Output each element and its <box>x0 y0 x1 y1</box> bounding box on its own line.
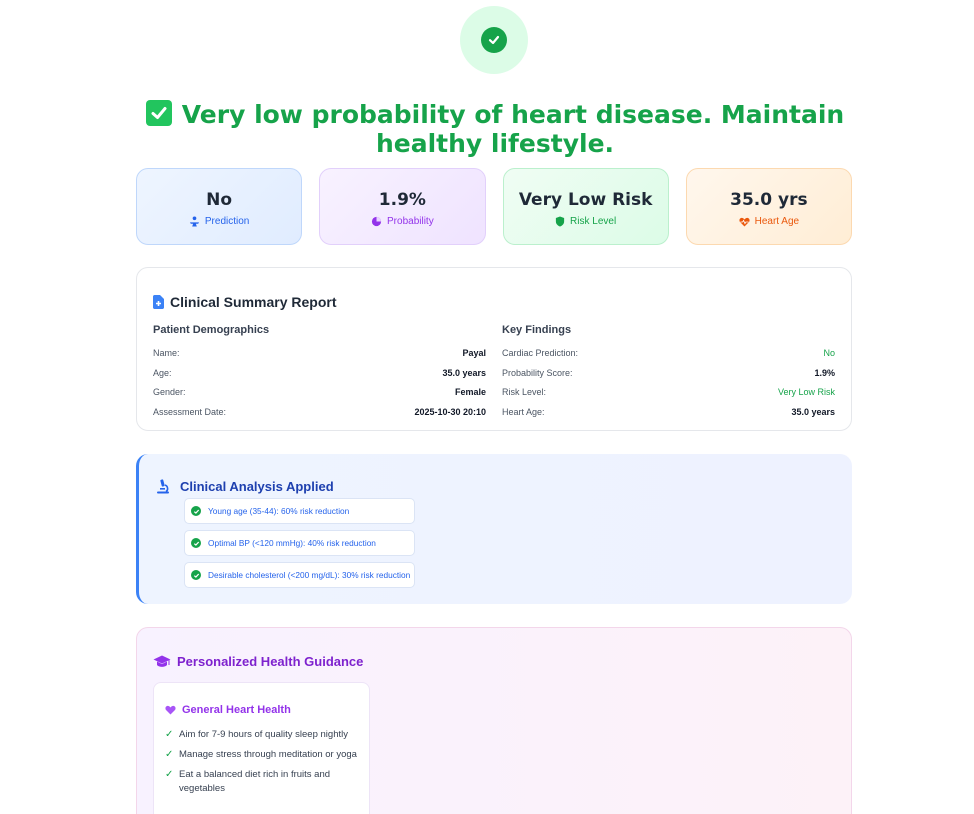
check-icon: ✓ <box>165 749 174 760</box>
demographics-row: Age: 35.0 years <box>153 367 486 378</box>
clinical-summary-card: Clinical Summary Report Patient Demograp… <box>136 267 852 431</box>
person-icon <box>189 216 199 227</box>
analysis-item: Optimal BP (<120 mmHg): 40% risk reducti… <box>184 530 415 556</box>
findings-row: Probability Score: 1.9% <box>502 367 835 378</box>
stat-card-prediction: No Prediction <box>136 168 303 245</box>
pie-chart-icon <box>371 216 382 227</box>
check-circle-icon <box>191 538 201 548</box>
findings-heading: Key Findings <box>502 324 572 336</box>
stat-cards: No Prediction 1.9% Probability Very Low … <box>136 168 852 245</box>
stat-label: Heart Age <box>754 216 800 227</box>
graduation-cap-icon <box>153 655 171 667</box>
findings-row: Risk Level: Very Low Risk <box>502 387 835 398</box>
guidance-card-title: General Heart Health <box>182 704 291 716</box>
demographics-row: Assessment Date: 2025-10-30 20:10 <box>153 406 486 417</box>
health-guidance-card: Personalized Health Guidance General Hea… <box>136 627 852 814</box>
check-circle-icon <box>191 570 201 580</box>
list-item: ✓ Eat a balanced diet rich in fruits and … <box>165 769 331 794</box>
stat-card-heart-age: 35.0 yrs Heart Age <box>685 168 852 245</box>
clinical-analysis-card: Clinical Analysis Applied Young age (35-… <box>136 454 852 604</box>
heartbeat-icon <box>739 217 750 227</box>
stat-card-risk-level: Very Low Risk Risk Level <box>502 168 669 245</box>
stat-value: 1.9% <box>378 190 426 210</box>
summary-title: Clinical Summary Report <box>170 294 337 310</box>
result-headline: Very low probability of heart disease. M… <box>140 100 850 158</box>
check-circle-icon <box>191 506 201 516</box>
list-item: ✓ Aim for 7-9 hours of quality sleep nigh… <box>165 729 348 740</box>
list-item: ✓ Manage stress through meditation or yog… <box>165 749 357 760</box>
stat-value: Very Low Risk <box>518 190 653 210</box>
key-findings: Key Findings Cardiac Prediction: No Proba… <box>502 324 835 426</box>
check-icon: ✓ <box>165 729 174 740</box>
check-circle-icon <box>481 27 507 53</box>
check-icon: ✓ <box>165 769 174 780</box>
stat-label: Probability <box>387 216 434 227</box>
stat-card-probability: 1.9% Probability <box>319 168 486 245</box>
analysis-title: Clinical Analysis Applied <box>180 479 334 494</box>
medical-file-icon <box>153 295 164 309</box>
shield-icon <box>555 216 565 227</box>
analysis-item: Young age (35-44): 60% risk reduction <box>184 498 415 524</box>
guidance-list: ✓ Aim for 7-9 hours of quality sleep nigh… <box>165 728 365 802</box>
microscope-icon <box>157 479 169 494</box>
findings-row: Cardiac Prediction: No <box>502 348 835 358</box>
general-heart-health-card: General Heart Health ✓ Aim for 7-9 hours … <box>153 682 370 814</box>
demographics-row: Name: Payal <box>153 348 486 358</box>
stat-value: No <box>206 190 233 210</box>
analysis-item: Desirable cholesterol (<200 mg/dL): 30% … <box>184 562 415 588</box>
findings-row: Heart Age: 35.0 years <box>502 406 835 417</box>
guidance-title: Personalized Health Guidance <box>177 654 364 669</box>
stat-label: Risk Level <box>570 216 617 227</box>
check-mark-icon <box>145 100 172 126</box>
stat-label: Prediction <box>204 216 250 227</box>
headline-text: Very low probability of heart disease. M… <box>181 100 845 158</box>
success-badge <box>460 6 528 74</box>
demographics-heading: Patient Demographics <box>153 324 270 336</box>
stat-value: 35.0 yrs <box>730 190 808 210</box>
patient-demographics: Patient Demographics Name: Payal Age: 35.0… <box>153 324 486 426</box>
heart-icon <box>165 705 176 715</box>
demographics-row: Gender: Female <box>153 387 486 398</box>
